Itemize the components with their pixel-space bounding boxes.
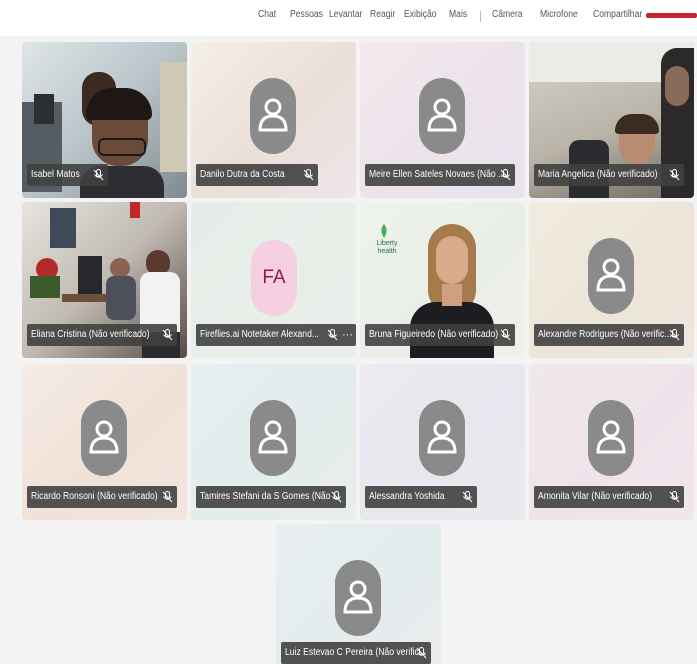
- participant-tile[interactable]: Alessandra Yoshida: [360, 364, 525, 520]
- avatar: [250, 400, 296, 476]
- mic-off-icon: [162, 491, 173, 503]
- participant-tile[interactable]: Luiz Estevao C Pereira (Não verific...: [276, 524, 441, 664]
- participant-tile[interactable]: Liberty health Bruna Figueiredo (Não ver…: [360, 202, 525, 358]
- person-icon: [89, 420, 119, 454]
- participant-tile[interactable]: Meire Ellen Sateles Novaes (Não ...: [360, 42, 525, 198]
- mic-off-icon: [416, 647, 427, 659]
- person-icon: [427, 420, 457, 454]
- mic-off-icon: [669, 329, 680, 341]
- participant-tile[interactable]: Amonita Vilar (Não verificado): [529, 364, 694, 520]
- people-button[interactable]: Pessoas: [290, 9, 323, 20]
- participant-tile[interactable]: Maria Angelica (Não verificado): [529, 42, 694, 198]
- mic-off-icon: [162, 329, 173, 341]
- liberty-health-logo: Liberty health: [376, 240, 398, 255]
- toolbar-divider: [480, 11, 481, 22]
- participant-name-tag: Danilo Dutra da Costa: [196, 164, 319, 186]
- person-icon: [596, 420, 626, 454]
- avatar: [250, 78, 296, 154]
- avatar: [588, 400, 634, 476]
- participant-tile[interactable]: Danilo Dutra da Costa: [191, 42, 356, 198]
- avatar: [588, 238, 634, 314]
- participant-tile[interactable]: Eliana Cristina (Não verificado): [22, 202, 187, 358]
- participant-name-tag: Alexandre Rodrigues (Não verific...: [534, 324, 684, 346]
- person-icon: [258, 98, 288, 132]
- avatar-initials: FA: [251, 240, 297, 316]
- avatar: [419, 78, 465, 154]
- person-icon: [343, 580, 373, 614]
- avatar: [335, 560, 381, 636]
- participant-name-tag: Isabel Matos: [27, 164, 108, 186]
- avatar: [419, 400, 465, 476]
- mic-off-icon: [462, 491, 473, 503]
- participant-name-tag: Fireflies.ai Notetaker Alexand... ···: [196, 324, 356, 346]
- mic-off-icon: [327, 329, 338, 341]
- participant-tile[interactable]: Ricardo Ronsoni (Não verificado): [22, 364, 187, 520]
- avatar: [81, 400, 127, 476]
- participant-name-tag: Meire Ellen Sateles Novaes (Não ...: [365, 164, 515, 186]
- participant-tile[interactable]: Tamires Stefani da S Gomes (Não ...: [191, 364, 356, 520]
- participant-name-tag: Alessandra Yoshida: [365, 486, 477, 508]
- person-icon: [427, 98, 457, 132]
- leaf-logo-icon: [381, 224, 387, 238]
- leave-button[interactable]: [646, 13, 697, 18]
- view-button[interactable]: Exibição: [404, 9, 437, 20]
- mic-off-icon: [93, 169, 104, 181]
- more-options-icon[interactable]: ···: [342, 324, 353, 346]
- participant-name-tag: Bruna Figueiredo (Não verificado): [365, 324, 515, 346]
- participant-name-tag: Luiz Estevao C Pereira (Não verific...: [281, 642, 431, 664]
- mic-off-icon: [500, 169, 511, 181]
- participant-name-tag: Ricardo Ronsoni (Não verificado): [27, 486, 177, 508]
- person-icon: [596, 258, 626, 292]
- mic-off-icon: [331, 491, 342, 503]
- person-icon: [258, 420, 288, 454]
- participant-tile[interactable]: FA Fireflies.ai Notetaker Alexand... ···: [191, 202, 356, 358]
- participant-name-tag: Maria Angelica (Não verificado): [534, 164, 684, 186]
- participant-tile[interactable]: Alexandre Rodrigues (Não verific...: [529, 202, 694, 358]
- mic-off-icon: [304, 169, 314, 181]
- mic-off-icon: [669, 491, 680, 503]
- mic-off-icon: [669, 169, 680, 181]
- participant-tile[interactable]: Isabel Matos: [22, 42, 187, 198]
- meeting-toolbar: Chat Pessoas Levantar Reagir Exibição Ma…: [0, 0, 697, 36]
- react-button[interactable]: Reagir: [370, 9, 395, 20]
- participant-name-tag: Tamires Stefani da S Gomes (Não ...: [196, 486, 346, 508]
- mic-off-icon: [500, 329, 511, 341]
- chat-button[interactable]: Chat: [258, 9, 276, 20]
- share-button[interactable]: Compartilhar: [593, 9, 642, 20]
- camera-button[interactable]: Câmera: [492, 9, 523, 20]
- raise-hand-button[interactable]: Levantar: [329, 9, 362, 20]
- more-button[interactable]: Mais: [449, 9, 467, 20]
- microphone-button[interactable]: Microfone: [540, 9, 578, 20]
- participant-name-tag: Amonita Vilar (Não verificado): [534, 486, 684, 508]
- participant-name-tag: Eliana Cristina (Não verificado): [27, 324, 177, 346]
